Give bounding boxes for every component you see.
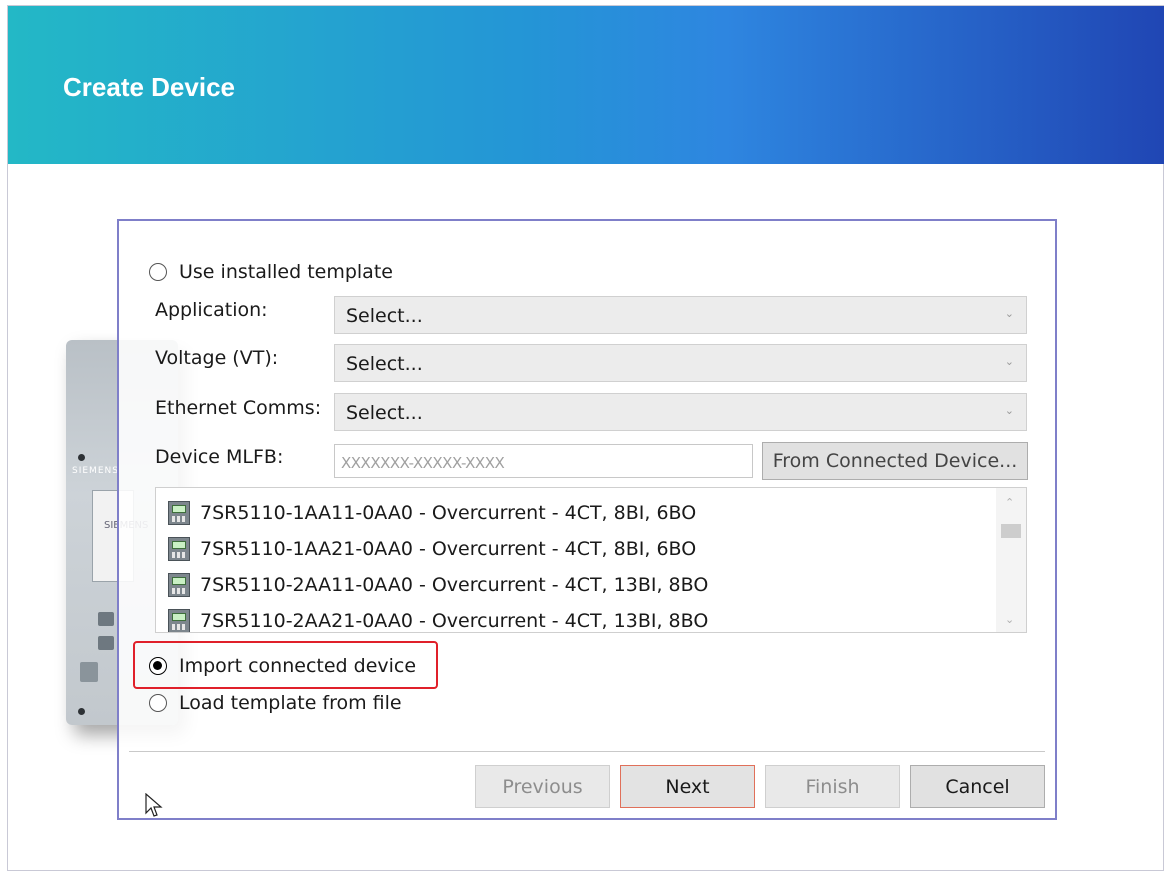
- device-mlfb-label: Device MLFB:: [155, 446, 284, 468]
- device-key-down: [98, 636, 114, 650]
- next-button[interactable]: Next: [620, 765, 755, 808]
- load-template-from-file-radio[interactable]: [149, 694, 167, 712]
- device-led: [78, 708, 85, 715]
- cancel-button[interactable]: Cancel: [910, 765, 1045, 808]
- relay-device-icon: [168, 537, 190, 561]
- device-brand-text: SIEMENS: [72, 466, 119, 476]
- highlight-annotation-box: [133, 641, 438, 689]
- ethernet-comms-select-value: Select...: [346, 402, 423, 424]
- list-item-label: 7SR5110-2AA21-0AA0 - Overcurrent - 4CT, …: [200, 610, 709, 632]
- ethernet-comms-select[interactable]: Select... ⌄: [334, 393, 1027, 431]
- chevron-down-icon: ⌄: [1004, 307, 1014, 320]
- list-item[interactable]: 7SR5110-1AA11-0AA0 - Overcurrent - 4CT, …: [168, 501, 696, 525]
- voltage-label: Voltage (VT):: [155, 347, 279, 369]
- device-usb-port: [80, 662, 98, 682]
- scrollbar-thumb[interactable]: [1001, 524, 1021, 538]
- relay-device-icon: [168, 573, 190, 597]
- chevron-down-icon[interactable]: ⌄: [1005, 613, 1014, 626]
- finish-button[interactable]: Finish: [765, 765, 900, 808]
- mouse-cursor-icon: [145, 793, 163, 817]
- application-label: Application:: [155, 299, 268, 321]
- window-title: Create Device: [63, 72, 235, 102]
- from-connected-device-button[interactable]: From Connected Device...: [762, 442, 1028, 480]
- list-item-label: 7SR5110-1AA21-0AA0 - Overcurrent - 4CT, …: [200, 538, 697, 560]
- load-template-from-file-label: Load template from file: [179, 692, 402, 714]
- relay-device-icon: [168, 609, 190, 632]
- list-item[interactable]: 7SR5110-2AA21-0AA0 - Overcurrent - 4CT, …: [168, 609, 709, 632]
- application-select[interactable]: Select... ⌄: [334, 296, 1027, 334]
- relay-device-icon: [168, 501, 190, 525]
- list-item[interactable]: 7SR5110-1AA21-0AA0 - Overcurrent - 4CT, …: [168, 537, 696, 561]
- voltage-select-value: Select...: [346, 353, 423, 375]
- previous-button[interactable]: Previous: [475, 765, 610, 808]
- application-select-value: Select...: [346, 305, 423, 327]
- device-mlfb-input[interactable]: XXXXXXX-XXXXX-XXXX: [334, 444, 753, 478]
- list-scrollbar[interactable]: ⌃ ⌄: [996, 488, 1026, 632]
- footer-divider: [129, 751, 1045, 752]
- load-template-from-file-option[interactable]: Load template from file: [149, 692, 402, 714]
- use-installed-template-option[interactable]: Use installed template: [149, 261, 393, 283]
- chevron-down-icon: ⌄: [1004, 355, 1014, 368]
- chevron-up-icon[interactable]: ⌃: [1005, 496, 1014, 509]
- header-banner: Create Device: [8, 6, 1164, 164]
- use-installed-template-radio[interactable]: [149, 263, 167, 281]
- list-item-label: 7SR5110-1AA11-0AA0 - Overcurrent - 4CT, …: [200, 502, 697, 524]
- device-led: [78, 454, 85, 461]
- device-template-list[interactable]: 7SR5110-1AA11-0AA0 - Overcurrent - 4CT, …: [155, 487, 1027, 633]
- device-mlfb-placeholder: XXXXXXX-XXXXX-XXXX: [341, 454, 505, 472]
- device-key-up: [98, 612, 114, 626]
- voltage-select[interactable]: Select... ⌄: [334, 344, 1027, 382]
- list-item[interactable]: 7SR5110-2AA11-0AA0 - Overcurrent - 4CT, …: [168, 573, 708, 597]
- ethernet-comms-label: Ethernet Comms:: [155, 397, 322, 419]
- chevron-down-icon: ⌄: [1004, 404, 1014, 417]
- list-item-label: 7SR5110-2AA11-0AA0 - Overcurrent - 4CT, …: [200, 574, 709, 596]
- use-installed-template-label: Use installed template: [179, 261, 393, 283]
